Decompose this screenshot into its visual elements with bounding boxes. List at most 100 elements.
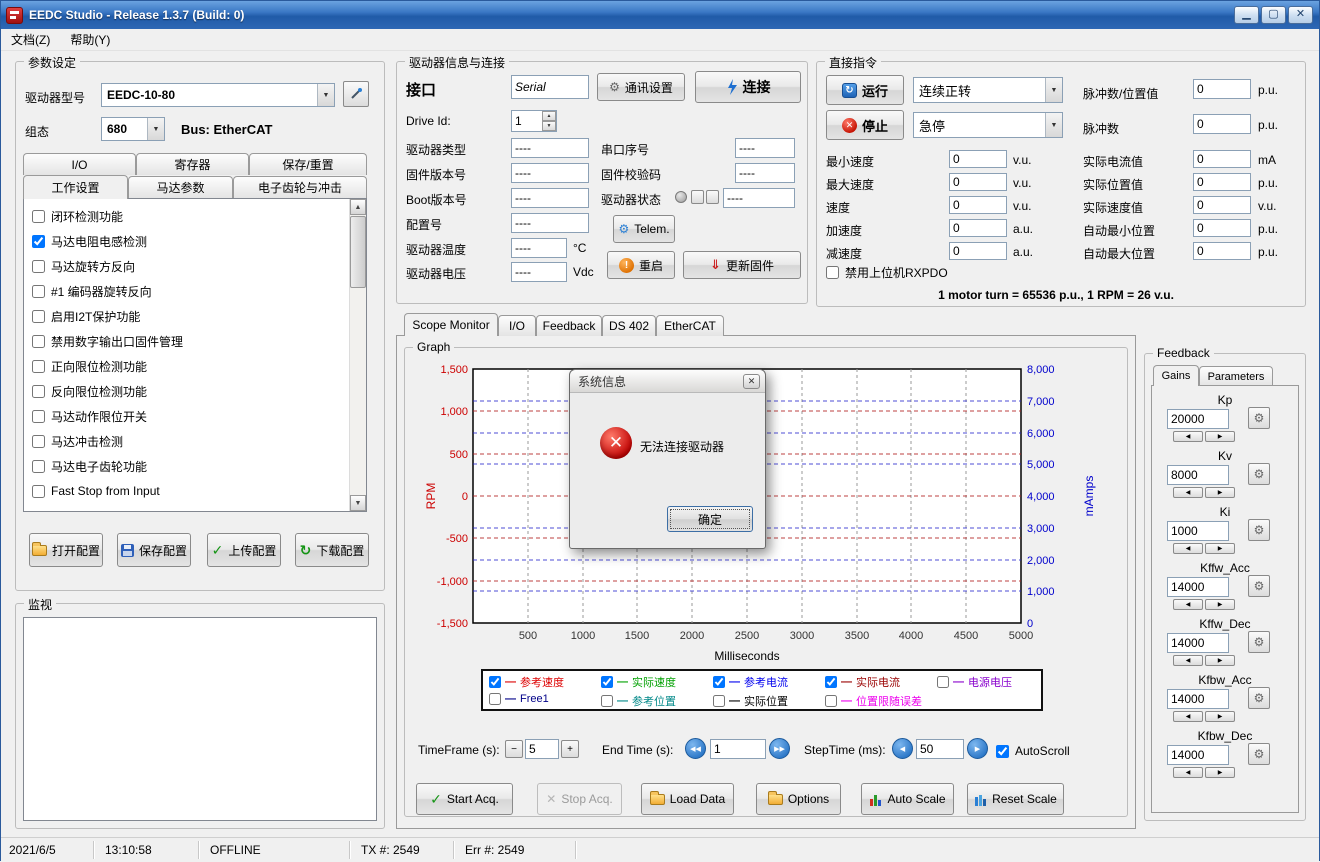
legend-checkbox[interactable] — [713, 695, 725, 707]
speed-input[interactable] — [949, 196, 1007, 214]
scope-chart[interactable]: 1,500 1,000 500 0 -500 -1,000 -1,500 RPM… — [421, 361, 1111, 648]
gain-kfbw-acc-input[interactable] — [1167, 689, 1229, 709]
legend-item[interactable]: —实际位置 — [713, 693, 788, 709]
legend-item[interactable]: —参考电流 — [713, 674, 788, 690]
tab-scope-monitor[interactable]: Scope Monitor — [404, 313, 498, 336]
dialog-ok-button[interactable]: 确定 — [667, 506, 753, 532]
checkbox[interactable] — [32, 460, 45, 473]
list-item[interactable]: 禁用数字输出口固件管理 — [32, 331, 183, 351]
gain-kfbw-acc-inc-button[interactable]: ▶ — [1205, 711, 1235, 722]
spin-down-icon[interactable]: ▼ — [542, 121, 556, 131]
dialog-close-icon[interactable]: ✕ — [743, 374, 760, 389]
scroll-up-icon[interactable]: ▲ — [350, 199, 366, 215]
tab-gear-impact[interactable]: 电子齿轮与冲击 — [233, 176, 367, 198]
gain-kfbw-dec-dec-button[interactable]: ◀ — [1173, 767, 1203, 778]
pick-drive-button[interactable] — [343, 81, 369, 107]
gain-kffw-acc-settings-button[interactable]: ⚙ — [1248, 575, 1270, 597]
gain-kv-inc-button[interactable]: ▶ — [1205, 487, 1235, 498]
list-item[interactable]: #1 编码器旋转反向 — [32, 281, 152, 301]
status-button-2[interactable] — [706, 190, 719, 204]
list-item[interactable]: 马达电子齿轮功能 — [32, 456, 147, 476]
tab-scope-ethercat[interactable]: EtherCAT — [656, 315, 724, 336]
timeframe-input[interactable] — [525, 739, 559, 759]
load-data-button[interactable]: Load Data — [641, 783, 734, 815]
gain-kfbw-dec-input[interactable] — [1167, 745, 1229, 765]
list-item[interactable]: Fast Stop from Input — [32, 481, 160, 501]
legend-checkbox[interactable] — [937, 676, 949, 688]
legend-checkbox[interactable] — [489, 693, 501, 705]
autoscroll-row[interactable]: AutoScroll — [996, 741, 1070, 761]
max-speed-input[interactable] — [949, 173, 1007, 191]
checkbox[interactable] — [32, 260, 45, 273]
gain-kfbw-acc-settings-button[interactable]: ⚙ — [1248, 687, 1270, 709]
chevron-down-icon[interactable]: ▼ — [147, 118, 164, 140]
legend-checkbox[interactable] — [601, 676, 613, 688]
gain-kv-dec-button[interactable]: ◀ — [1173, 487, 1203, 498]
menu-help[interactable]: 帮助(Y) — [60, 29, 120, 50]
telem-button[interactable]: ⚙Telem. — [613, 215, 675, 243]
minimize-icon[interactable]: ▁ — [1234, 6, 1259, 24]
tab-scope-ds402[interactable]: DS 402 — [602, 315, 656, 336]
checkbox[interactable] — [32, 485, 45, 498]
update-firmware-button[interactable]: ⇓更新固件 — [683, 251, 801, 279]
tab-gains[interactable]: Gains — [1153, 365, 1199, 386]
scrollbar-thumb[interactable] — [350, 216, 366, 288]
restart-button[interactable]: !重启 — [607, 251, 675, 279]
gain-kv-input[interactable] — [1167, 465, 1229, 485]
chevron-down-icon[interactable]: ▼ — [1045, 113, 1062, 137]
options-button[interactable]: Options — [756, 783, 841, 815]
checkbox[interactable] — [32, 410, 45, 423]
config-combo[interactable]: 680 ▼ — [101, 117, 165, 141]
legend-item[interactable]: —参考速度 — [489, 674, 564, 690]
checkbox[interactable] — [32, 235, 45, 248]
gain-kp-settings-button[interactable]: ⚙ — [1248, 407, 1270, 429]
gain-kffw-acc-inc-button[interactable]: ▶ — [1205, 599, 1235, 610]
gain-kp-inc-button[interactable]: ▶ — [1205, 431, 1235, 442]
drive-id-stepper[interactable]: ▲▼ — [511, 110, 557, 132]
pulse-input[interactable] — [1193, 114, 1251, 134]
checkbox[interactable] — [32, 285, 45, 298]
legend-checkbox[interactable] — [825, 695, 837, 707]
list-item[interactable]: 反向限位检测功能 — [32, 381, 147, 401]
checkbox[interactable] — [32, 310, 45, 323]
steptime-up-icon[interactable]: ▶ — [967, 738, 988, 759]
run-button[interactable]: ↻运行 — [826, 75, 904, 105]
close-icon[interactable]: ✕ — [1288, 6, 1313, 24]
endtime-input[interactable] — [710, 739, 766, 759]
timeframe-plus-button[interactable]: + — [561, 740, 579, 758]
legend-checkbox[interactable] — [713, 676, 725, 688]
legend-item[interactable]: —参考位置 — [601, 693, 676, 709]
list-item[interactable]: 马达电阻电感检测 — [32, 231, 147, 251]
checkbox[interactable] — [32, 335, 45, 348]
gain-ki-inc-button[interactable]: ▶ — [1205, 543, 1235, 554]
gain-kp-dec-button[interactable]: ◀ — [1173, 431, 1203, 442]
gain-ki-dec-button[interactable]: ◀ — [1173, 543, 1203, 554]
checkbox[interactable] — [32, 385, 45, 398]
tab-scope-feedback[interactable]: Feedback — [536, 315, 602, 336]
decel-input[interactable] — [949, 242, 1007, 260]
gain-kffw-acc-dec-button[interactable]: ◀ — [1173, 599, 1203, 610]
maximize-icon[interactable]: ▢ — [1261, 6, 1286, 24]
status-button-1[interactable] — [691, 190, 704, 204]
legend-item[interactable]: —实际电流 — [825, 674, 900, 690]
gain-kffw-dec-settings-button[interactable]: ⚙ — [1248, 631, 1270, 653]
comm-settings-button[interactable]: ⚙通讯设置 — [597, 73, 685, 101]
download-config-button[interactable]: ↻下载配置 — [295, 533, 369, 567]
gain-kfbw-dec-inc-button[interactable]: ▶ — [1205, 767, 1235, 778]
auto-scale-button[interactable]: Auto Scale — [861, 783, 954, 815]
legend-checkbox[interactable] — [601, 695, 613, 707]
autoscroll-checkbox[interactable] — [996, 745, 1009, 758]
tab-io[interactable]: I/O — [23, 153, 136, 175]
save-config-button[interactable]: 保存配置 — [117, 533, 191, 567]
connect-button[interactable]: 连接 — [695, 71, 801, 103]
rxpdo-checkbox-row[interactable]: 禁用上位机RXPDO — [826, 262, 948, 282]
interface-input[interactable] — [511, 75, 589, 99]
legend-item[interactable]: —实际速度 — [601, 674, 676, 690]
gain-kffw-dec-dec-button[interactable]: ◀ — [1173, 655, 1203, 666]
list-item[interactable]: 马达旋转方反向 — [32, 256, 135, 276]
drive-model-combo[interactable]: EEDC-10-80 ▼ — [101, 83, 335, 107]
run-mode-combo[interactable]: 连续正转 ▼ — [913, 77, 1063, 103]
list-item[interactable]: 正向限位检测功能 — [32, 356, 147, 376]
spin-up-icon[interactable]: ▲ — [542, 111, 556, 121]
tab-save-reset[interactable]: 保存/重置 — [249, 153, 367, 175]
